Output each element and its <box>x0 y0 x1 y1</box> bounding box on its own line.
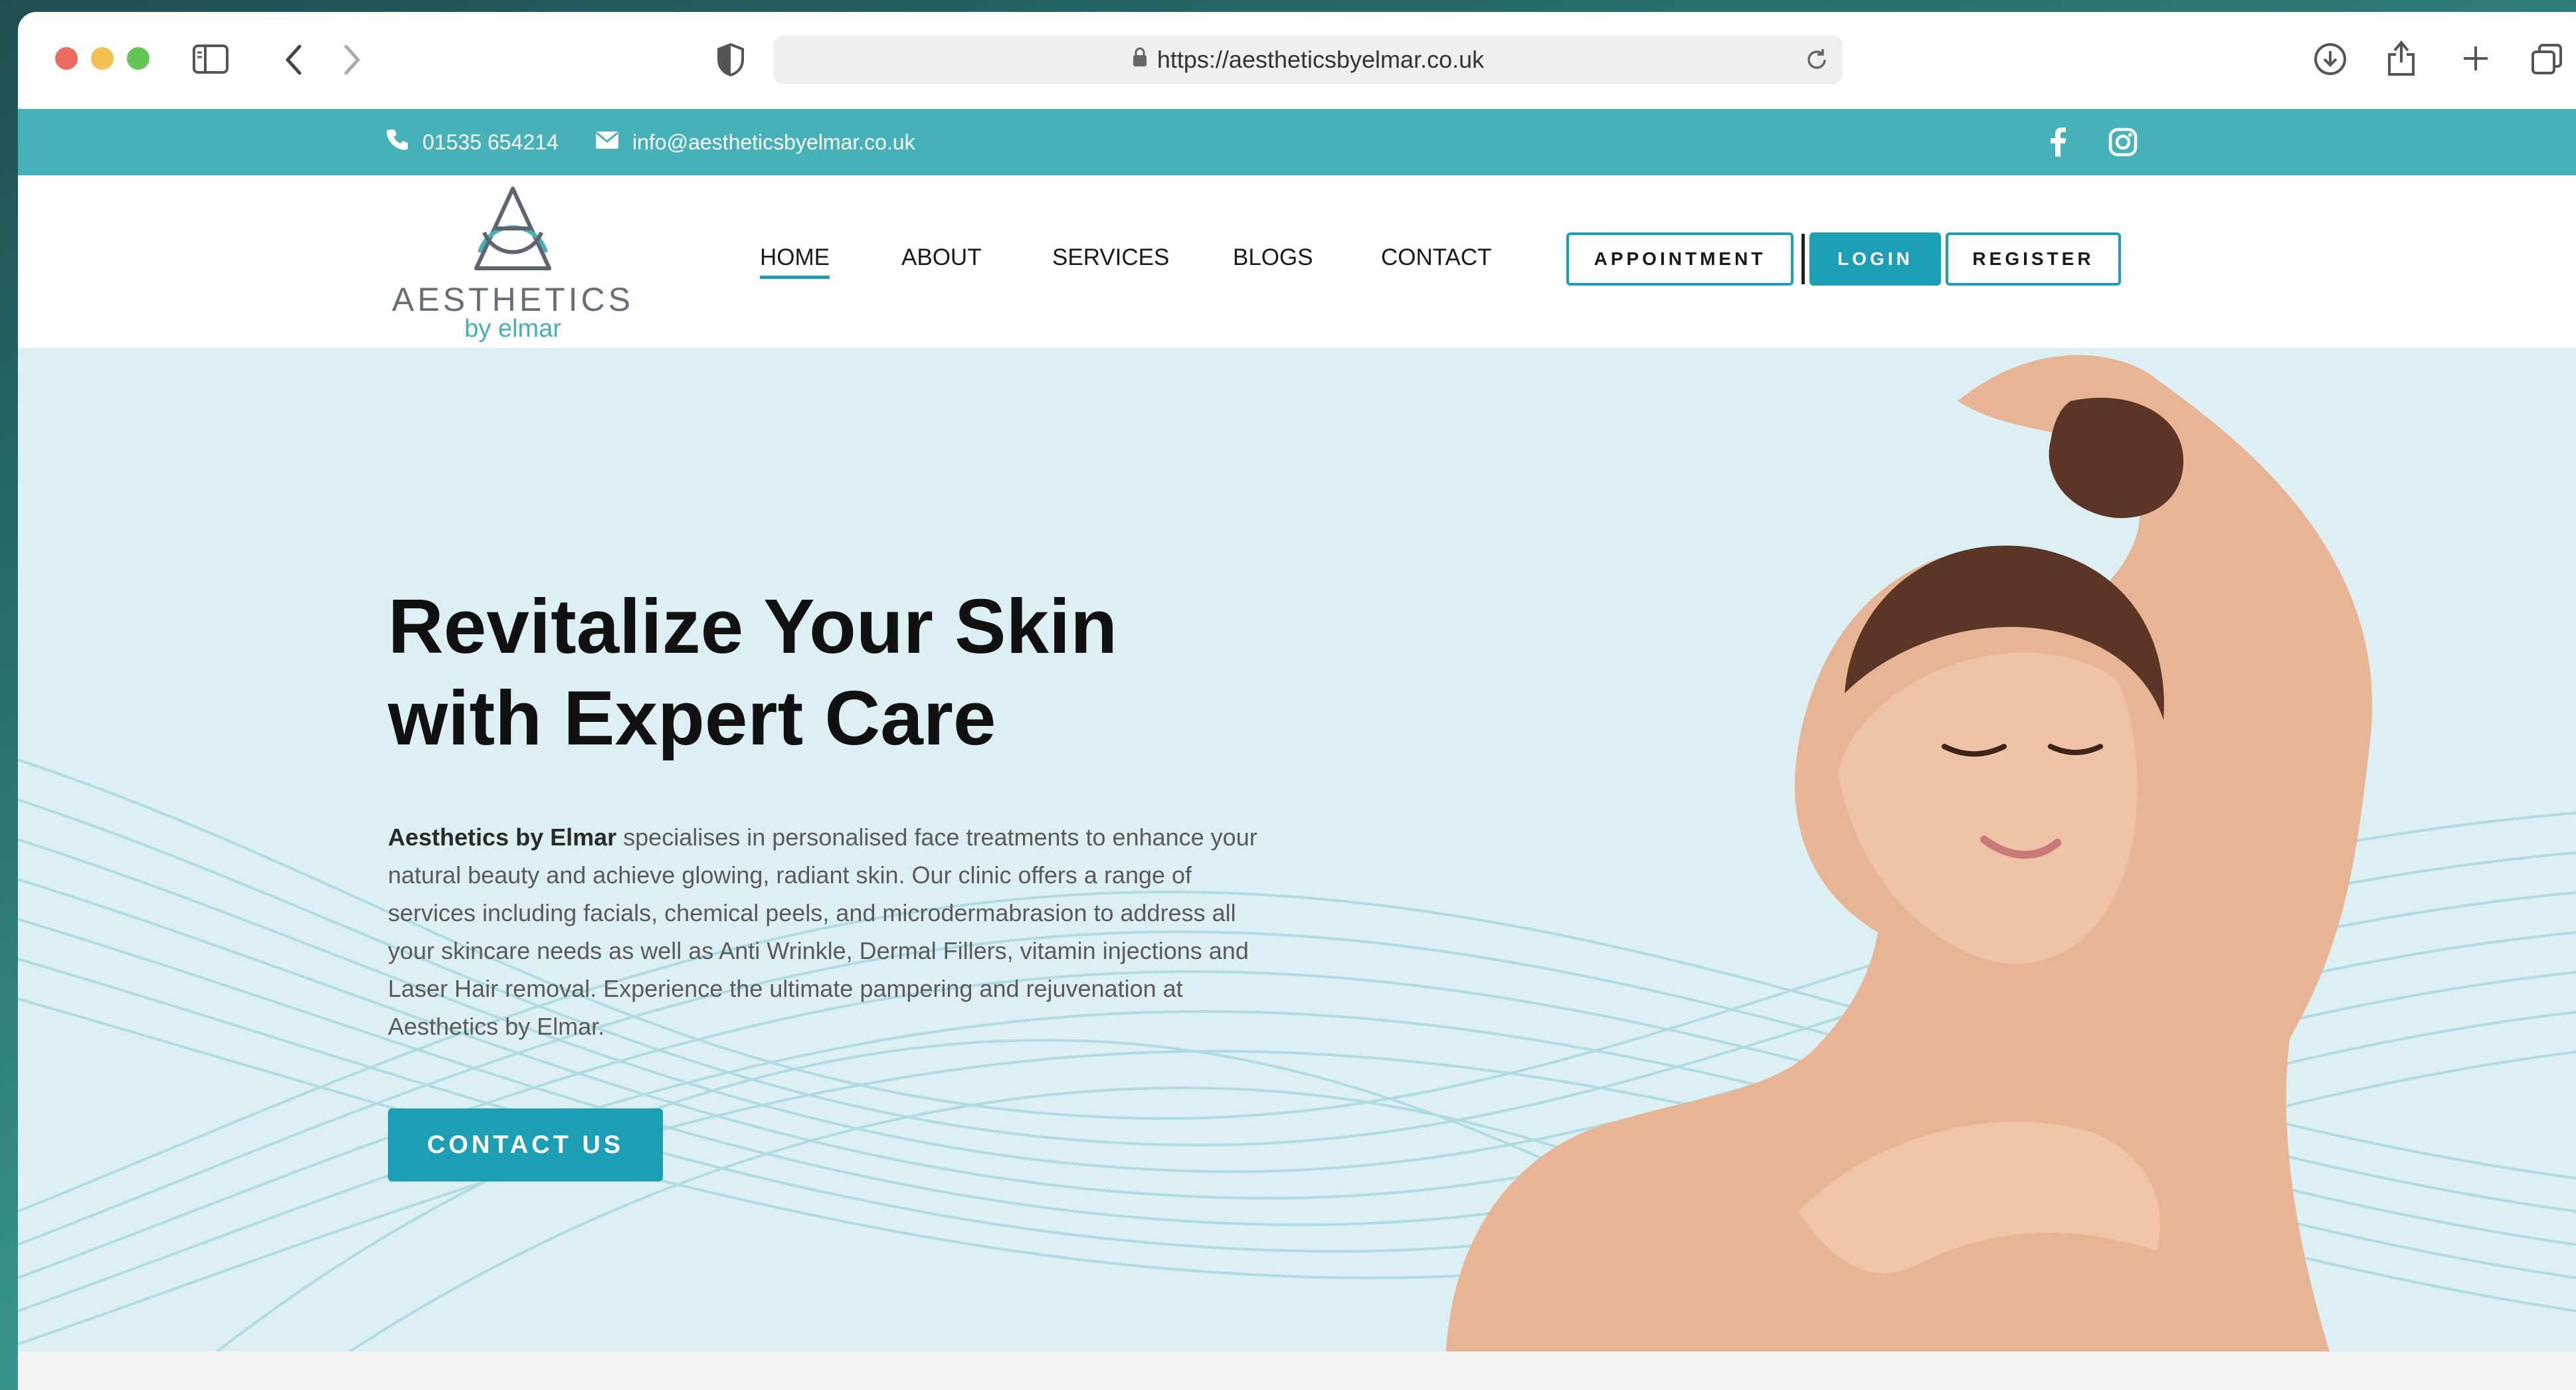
address-bar[interactable]: https://aestheticsbyelmar.co.uk <box>773 35 1843 84</box>
facebook-icon[interactable] <box>2048 128 2068 160</box>
contact-topbar: 01535 654214 info@aestheticsbyelmar.co.u… <box>18 109 2576 175</box>
sidebar-icon[interactable] <box>192 44 229 74</box>
close-window-button[interactable] <box>55 47 78 70</box>
hero-description-text: specialises in personalised face treatme… <box>388 824 1257 1040</box>
maximize-window-button[interactable] <box>127 47 149 70</box>
hero-title: Revitalize Your Skin with Expert Care <box>388 580 1318 764</box>
hero-section: Revitalize Your Skin with Expert Care Ae… <box>18 348 2576 1351</box>
shield-icon[interactable] <box>715 43 746 77</box>
forward-icon[interactable] <box>341 44 363 76</box>
hero-description: Aesthetics by Elmar specialises in perso… <box>388 818 1265 1045</box>
browser-window: https://aestheticsbyelmar.co.uk 01535 65… <box>18 12 2576 1390</box>
plus-icon[interactable] <box>2461 44 2490 73</box>
appointment-button[interactable]: APPOINTMENT <box>1566 232 1794 286</box>
tabs-icon[interactable] <box>2530 43 2563 76</box>
nav-contact[interactable]: CONTACT <box>1381 244 1492 271</box>
minimize-window-button[interactable] <box>91 47 114 70</box>
login-button[interactable]: LOGIN <box>1809 232 1941 286</box>
download-icon[interactable] <box>2313 42 2347 76</box>
hero-title-line-1: Revitalize Your Skin <box>388 583 1118 669</box>
site-header: AESTHETICS by elmar HOME ABOUT SERVICES … <box>18 175 2576 348</box>
hero-description-brand: Aesthetics by Elmar <box>388 824 617 851</box>
instagram-icon[interactable] <box>2108 128 2138 160</box>
hero-title-line-2: with Expert Care <box>388 675 996 761</box>
button-divider <box>1801 234 1805 284</box>
email-address: info@aestheticsbyelmar.co.uk <box>632 130 915 154</box>
nav-home[interactable]: HOME <box>760 244 830 279</box>
contact-us-button[interactable]: CONTACT US <box>388 1108 663 1181</box>
page-bottom-strip <box>18 1351 2576 1390</box>
nav-blogs[interactable]: BLOGS <box>1233 244 1313 271</box>
email-link[interactable]: info@aestheticsbyelmar.co.uk <box>595 109 915 175</box>
nav-about[interactable]: ABOUT <box>901 244 982 271</box>
reload-icon[interactable] <box>1804 47 1829 78</box>
register-button[interactable]: REGISTER <box>1946 232 2121 286</box>
url-text: https://aestheticsbyelmar.co.uk <box>1156 46 1485 73</box>
site-logo[interactable]: AESTHETICS by elmar <box>390 182 636 343</box>
logo-tagline: by elmar <box>464 315 561 343</box>
nav-services[interactable]: SERVICES <box>1052 244 1169 271</box>
hero-woman-image <box>1446 355 2373 1351</box>
mail-icon <box>595 130 632 155</box>
share-icon[interactable] <box>2386 39 2417 77</box>
phone-link[interactable]: 01535 654214 <box>385 109 559 175</box>
logo-mark-icon <box>474 187 551 270</box>
phone-number: 01535 654214 <box>422 130 559 154</box>
logo-wordmark: AESTHETICS <box>392 281 634 318</box>
browser-toolbar: https://aestheticsbyelmar.co.uk <box>18 12 2576 109</box>
lock-icon <box>1132 46 1148 74</box>
back-icon[interactable] <box>282 44 305 76</box>
phone-icon <box>385 128 422 157</box>
